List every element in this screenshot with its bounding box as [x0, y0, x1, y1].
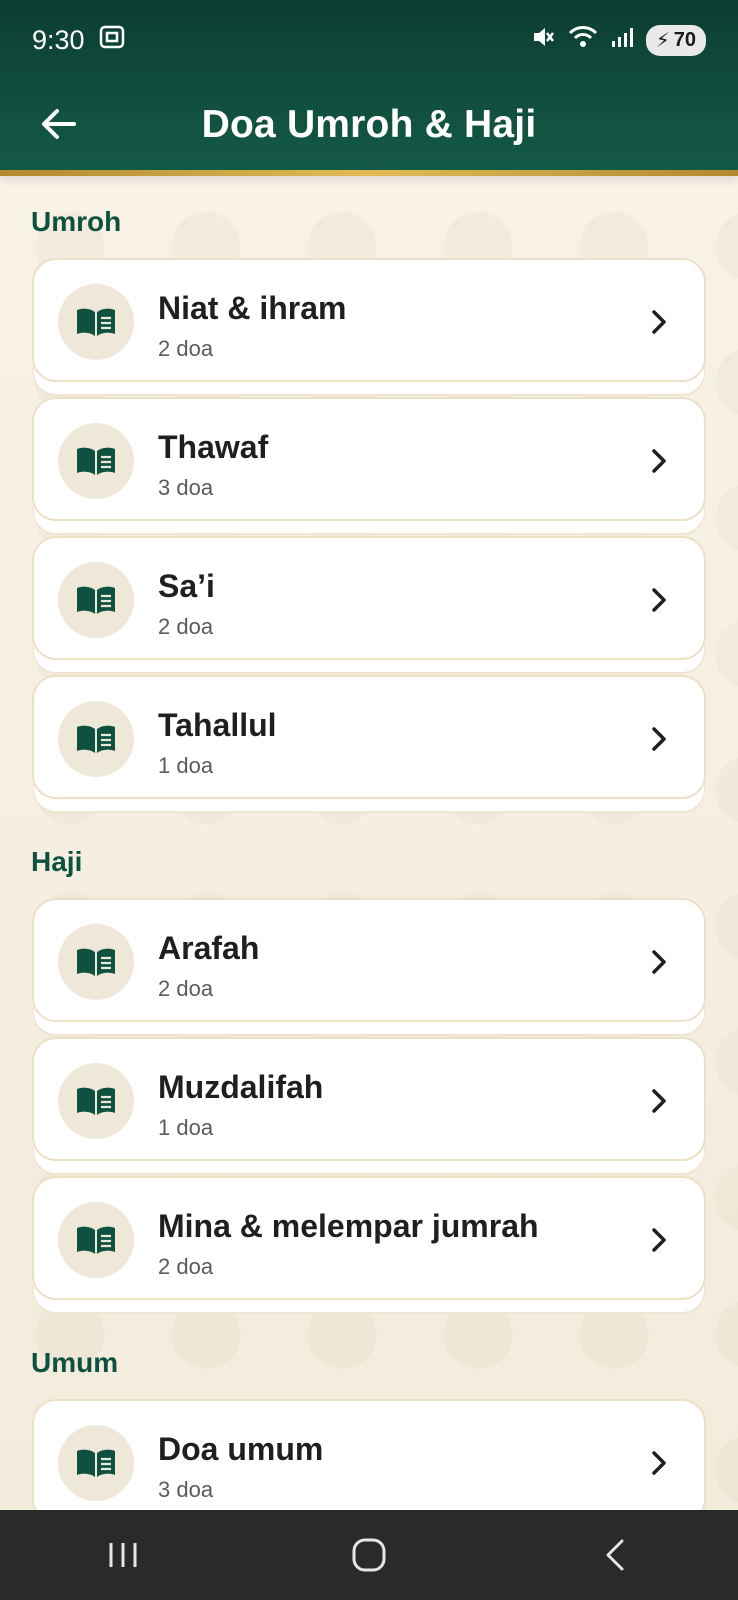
- open-book-icon: [77, 447, 115, 475]
- item-count: 2 doa: [158, 336, 214, 361]
- screenshot-icon: [99, 25, 125, 56]
- open-book-icon: [77, 308, 115, 336]
- list-item-muzdalifah[interactable]: Muzdalifah 1 doa: [32, 1037, 706, 1161]
- battery-level: 70: [673, 28, 696, 51]
- chevron-right-icon: [652, 1451, 666, 1475]
- chevron-right-icon: [652, 310, 666, 334]
- chevron-right-icon: [652, 1089, 666, 1113]
- back-button[interactable]: [32, 98, 84, 150]
- recents-button[interactable]: [83, 1525, 163, 1585]
- item-title: Muzdalifah: [158, 1069, 324, 1105]
- system-nav-bar: [0, 1510, 738, 1600]
- status-time: 9:30: [32, 24, 85, 55]
- charging-icon: ⚡: [655, 29, 670, 52]
- item-count: 1 doa: [158, 753, 214, 778]
- book-icon-badge: [58, 924, 134, 1000]
- battery-indicator: ⚡ 70: [645, 24, 706, 56]
- signal-icon: [610, 25, 634, 55]
- open-book-icon: [77, 1449, 115, 1477]
- section-title-umum: Umum: [31, 1347, 119, 1378]
- chevron-right-icon: [652, 588, 666, 612]
- list-item-thawaf[interactable]: Thawaf 3 doa: [32, 397, 706, 521]
- section-title-umroh: Umroh: [31, 206, 122, 237]
- list-item-mina[interactable]: Mina & melempar jumrah 2 doa: [32, 1176, 706, 1300]
- item-count: 3 doa: [158, 475, 214, 500]
- book-icon-badge: [58, 423, 134, 499]
- list-item-arafah[interactable]: Arafah 2 doa: [32, 898, 706, 1022]
- list-item-doa-umum[interactable]: Doa umum 3 doa: [32, 1399, 706, 1510]
- list-item-tahallul[interactable]: Tahallul 1 doa: [32, 675, 706, 799]
- chevron-right-icon: [652, 727, 666, 751]
- book-icon-badge: [58, 562, 134, 638]
- back-chevron-icon: [606, 1539, 624, 1571]
- item-title: Arafah: [158, 930, 260, 966]
- book-icon-badge: [58, 701, 134, 777]
- item-count: 1 doa: [158, 1115, 214, 1140]
- open-book-icon: [77, 948, 115, 976]
- status-bar: 9:30 ⚡ 70: [0, 0, 738, 80]
- open-book-icon: [77, 1226, 115, 1254]
- list-item-niat-ihram[interactable]: Niat & ihram 2 doa: [32, 258, 706, 382]
- book-icon-badge: [58, 1425, 134, 1501]
- item-title: Niat & ihram: [158, 290, 347, 326]
- chevron-right-icon: [652, 1228, 666, 1252]
- item-count: 2 doa: [158, 614, 214, 639]
- book-icon-badge: [58, 1202, 134, 1278]
- item-title: Tahallul: [158, 707, 277, 743]
- item-title: Mina & melempar jumrah: [158, 1208, 539, 1244]
- toolbar: Doa Umroh & Haji: [0, 80, 738, 170]
- recents-icon: [109, 1543, 137, 1567]
- item-count: 2 doa: [158, 976, 214, 1001]
- app-bar: 9:30 ⚡ 70 Doa Umroh & Haji: [0, 0, 738, 176]
- item-title: Doa umum: [158, 1431, 324, 1467]
- wifi-icon: [568, 25, 598, 55]
- item-count: 3 doa: [158, 1477, 214, 1502]
- section-title-haji: Haji: [31, 846, 83, 877]
- page-title: Doa Umroh & Haji: [201, 103, 537, 146]
- home-button[interactable]: [329, 1525, 409, 1585]
- open-book-icon: [77, 1087, 115, 1115]
- mute-icon: [530, 24, 556, 56]
- item-count: 2 doa: [158, 1254, 214, 1279]
- list-item-sai[interactable]: Sa’i 2 doa: [32, 536, 706, 660]
- open-book-icon: [77, 725, 115, 753]
- doa-list[interactable]: Umroh Niat & ihram 2 doa Thawaf 3 doa Sa…: [0, 176, 738, 1510]
- open-book-icon: [77, 586, 115, 614]
- book-icon-badge: [58, 1063, 134, 1139]
- home-icon: [352, 1538, 386, 1572]
- system-back-button[interactable]: [575, 1525, 655, 1585]
- arrow-left-icon: [42, 109, 76, 139]
- item-title: Thawaf: [158, 429, 269, 465]
- chevron-right-icon: [652, 449, 666, 473]
- book-icon-badge: [58, 284, 134, 360]
- chevron-right-icon: [652, 950, 666, 974]
- item-title: Sa’i: [158, 568, 215, 604]
